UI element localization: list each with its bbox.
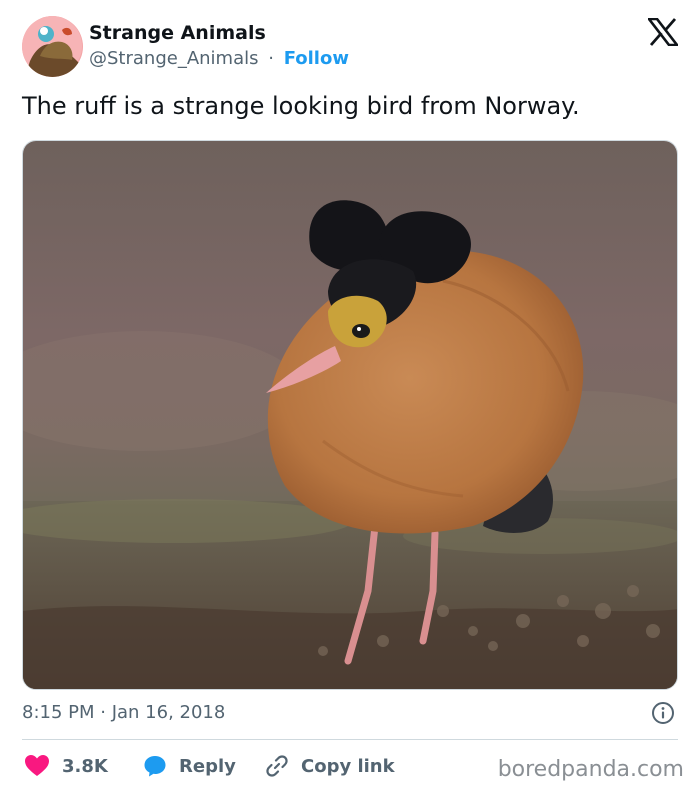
author-handle-row: @Strange_Animals · Follow <box>89 48 349 69</box>
handle-separator: · <box>268 48 274 69</box>
heart-icon <box>25 755 49 776</box>
tweet-media[interactable] <box>22 140 678 690</box>
tweet-text: The ruff is a strange looking bird from … <box>22 92 580 120</box>
like-button[interactable]: 3.8K <box>24 750 108 782</box>
link-icon <box>266 755 288 777</box>
reply-label: Reply <box>179 755 236 777</box>
reply-bubble-icon <box>144 756 166 777</box>
info-icon[interactable] <box>651 701 675 725</box>
x-logo-icon[interactable] <box>646 17 680 47</box>
follow-button[interactable]: Follow <box>284 48 349 69</box>
tweet-header: Strange Animals @Strange_Animals · Follo… <box>22 16 682 78</box>
copy-link-label: Copy link <box>301 755 395 777</box>
author-handle[interactable]: @Strange_Animals <box>89 48 259 69</box>
author-name[interactable]: Strange Animals <box>89 22 266 44</box>
ruff-bird-photo <box>23 141 677 689</box>
avatar-image-icon <box>22 16 83 77</box>
copy-link-button[interactable]: Copy link <box>265 750 395 782</box>
reply-button[interactable]: Reply <box>143 750 236 782</box>
author-avatar[interactable] <box>22 16 83 77</box>
divider <box>22 739 678 740</box>
watermark: boredpanda.com <box>497 757 684 782</box>
like-count: 3.8K <box>62 755 108 777</box>
tweet-timestamp[interactable]: 8:15 PM · Jan 16, 2018 <box>22 702 225 723</box>
